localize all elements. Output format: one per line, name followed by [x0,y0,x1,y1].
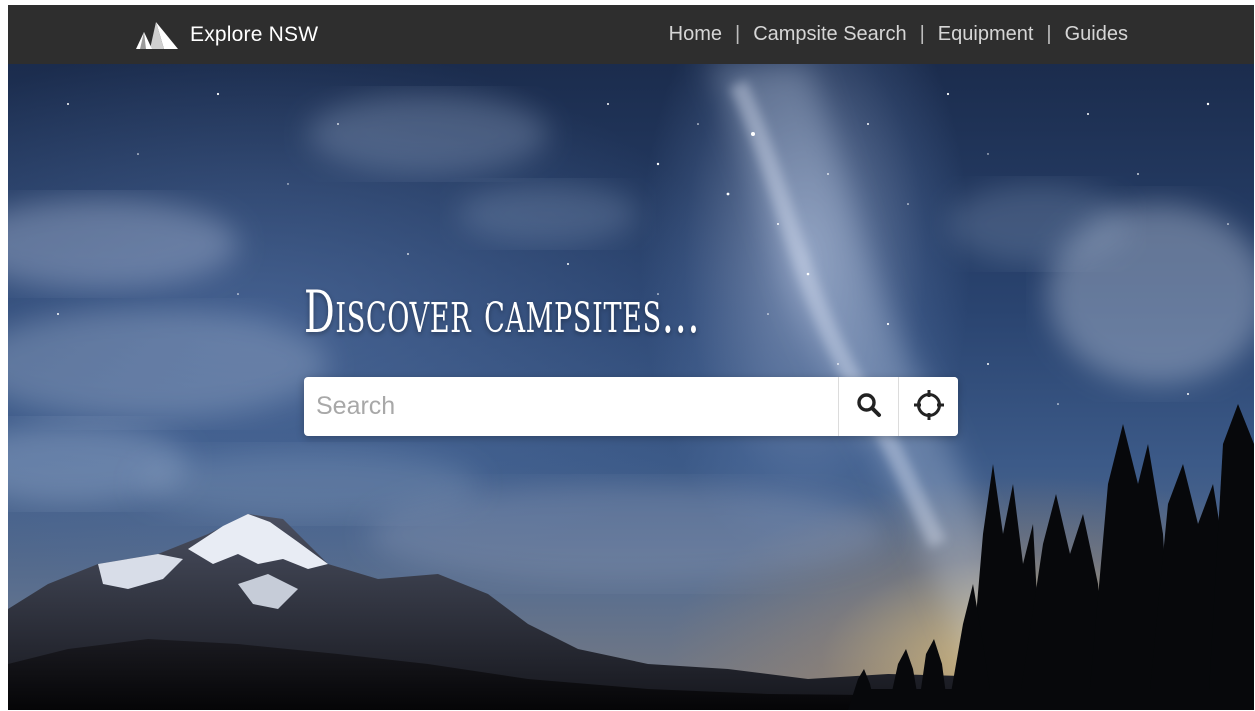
nav-links: Home | Campsite Search | Equipment | Gui… [669,5,1128,64]
use-my-location-button[interactable] [898,377,958,436]
nav-separator: | [919,23,925,45]
app-frame: Explore NSW Home | Campsite Search | Equ… [8,5,1254,710]
brand-name: Explore NSW [190,23,319,46]
nav-link-campsite-search[interactable]: Campsite Search [753,23,906,46]
tent-mountain-icon [134,20,180,50]
hero-headline: Discover campsites... [304,278,701,346]
hero-banner: Discover campsites... [8,64,1254,710]
nav-separator: | [734,23,741,45]
search-icon [855,391,883,422]
nav-separator: | [1046,23,1052,45]
search-button[interactable] [838,377,898,436]
nav-link-guides[interactable]: Guides [1065,23,1128,46]
campsite-search-bar [304,377,958,436]
crosshair-icon [912,388,946,425]
nav-link-home[interactable]: Home [669,23,722,46]
nav-link-equipment[interactable]: Equipment [938,23,1034,46]
brand[interactable]: Explore NSW [134,15,318,55]
navbar: Explore NSW Home | Campsite Search | Equ… [8,5,1254,64]
search-input[interactable] [304,377,838,436]
